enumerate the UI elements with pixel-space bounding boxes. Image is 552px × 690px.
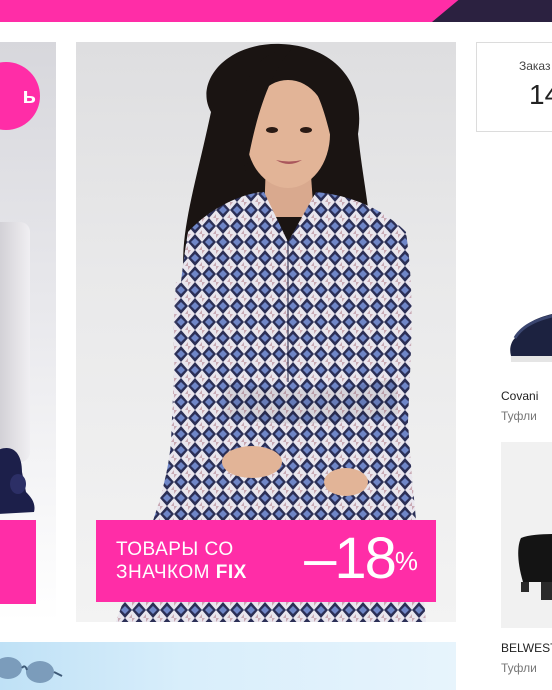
top-strip-dark-segment [432, 0, 552, 22]
product-brand: Covani [501, 389, 539, 403]
left-banner-shoe-image [0, 448, 35, 514]
left-banner-model-legs [0, 222, 30, 462]
product-card[interactable]: Covani Туфли [501, 188, 552, 423]
left-banner-badge: ь [0, 62, 40, 130]
left-banner-pink-label [0, 520, 36, 604]
main-promo-banner[interactable]: ТОВАРЫ СО ЗНАЧКОМ FIX –18% [76, 42, 456, 622]
product-type: Туфли [501, 409, 537, 423]
promo-discount-value: –18% [304, 526, 418, 592]
promo-fix-label: FIX [215, 562, 247, 583]
promo-line-2-text: ЗНАЧКОМ [116, 562, 211, 583]
orders-counter-card[interactable]: Заказ 14 [476, 42, 552, 132]
promo-text: ТОВАРЫ СО ЗНАЧКОМ FIX [116, 538, 247, 584]
discount-percent: % [394, 546, 418, 576]
orders-count: 14 [529, 79, 552, 110]
promo-discount-box[interactable]: ТОВАРЫ СО ЗНАЧКОМ FIX –18% [96, 520, 436, 602]
product-card[interactable]: BELWEST Туфли [501, 440, 552, 675]
product-image-shoe [501, 188, 552, 378]
promo-line-2: ЗНАЧКОМ FIX [116, 561, 247, 584]
page: ь ТОВАРЫ СО ЗНАЧКОМ FIX –18% Заказ 1 Cov… [0, 0, 552, 690]
top-promo-strip[interactable] [0, 0, 552, 22]
promo-line-1: ТОВАРЫ СО [116, 539, 234, 560]
product-image-shoe [501, 442, 552, 628]
orders-label: Заказ [519, 59, 551, 73]
sunglasses-image [0, 657, 63, 683]
left-promo-banner[interactable]: ь [0, 42, 56, 622]
product-brand: BELWEST [501, 641, 552, 655]
bottom-promo-banner[interactable] [0, 642, 456, 690]
discount-number: –18 [304, 526, 397, 591]
product-type: Туфли [501, 661, 537, 675]
